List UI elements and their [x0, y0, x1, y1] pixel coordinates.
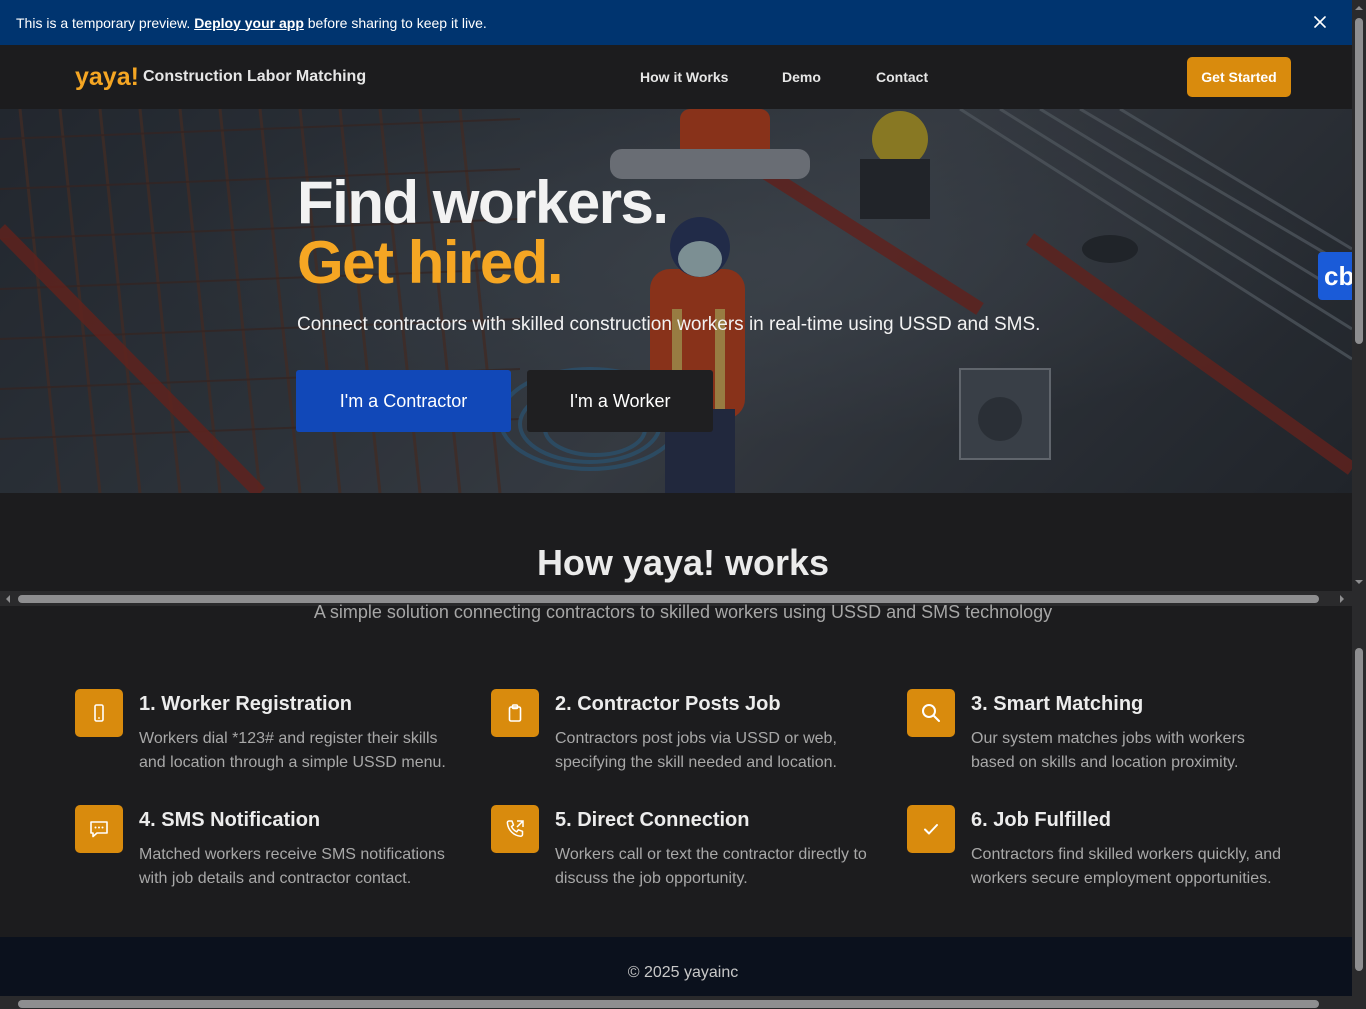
footer-copyright: © 2025 yayainc: [627, 964, 739, 981]
top-nav: yaya! Construction Labor Matching How it…: [0, 45, 1352, 109]
step-title: 5. Direct Connection: [555, 809, 750, 831]
nav-link-how-it-works[interactable]: How it Works: [640, 69, 728, 85]
close-icon: [1314, 16, 1326, 28]
close-banner-button[interactable]: [1310, 12, 1330, 32]
logo[interactable]: yaya!: [75, 63, 139, 92]
hero-title-line1: Find workers.: [297, 169, 669, 236]
vertical-scrollbar[interactable]: [1352, 0, 1366, 1009]
section-title: How yaya! works: [536, 542, 830, 583]
search-icon: [907, 689, 955, 737]
horizontal-scrollbar[interactable]: [0, 996, 1352, 1009]
contractor-button[interactable]: I'm a Contractor: [296, 370, 511, 432]
page: This is a temporary preview. Deploy your…: [0, 0, 1366, 1009]
deploy-link[interactable]: Deploy your app: [194, 15, 304, 31]
nav-link-demo[interactable]: Demo: [782, 69, 821, 85]
brand-subtitle: Construction Labor Matching: [143, 68, 367, 85]
step-description: Workers dial *123# and register their sk…: [139, 730, 446, 771]
hero-subtitle: Connect contractors with skilled constru…: [297, 314, 1041, 335]
hero-section: Find workers. Get hired. Connect contrac…: [0, 109, 1352, 493]
phone-call-icon: [491, 805, 539, 853]
step-title: 1. Worker Registration: [139, 693, 353, 715]
check-icon: [907, 805, 955, 853]
step-description: Workers call or text the contractor dire…: [555, 846, 867, 887]
banner-suffix: before sharing to keep it live.: [307, 14, 487, 31]
step-title: 6. Job Fulfilled: [971, 809, 1112, 831]
step-title: 2. Contractor Posts Job: [555, 693, 781, 715]
scrollbar-thumb[interactable]: [1355, 18, 1363, 344]
hero-title-line2: Get hired.: [297, 229, 564, 296]
nav-link-contact[interactable]: Contact: [876, 69, 928, 85]
clipboard-icon: [491, 689, 539, 737]
scrollbar-thumb[interactable]: [1355, 648, 1363, 971]
get-started-button[interactable]: Get Started: [1187, 57, 1291, 97]
scroll-down-icon[interactable]: [1354, 578, 1364, 586]
scroll-up-icon[interactable]: [1354, 4, 1364, 12]
message-icon: [75, 805, 123, 853]
banner-prefix: This is a temporary preview.: [16, 14, 191, 31]
step-description: Contractors find skilled workers quickly…: [971, 846, 1282, 887]
step-description: Our system matches jobs with workers bas…: [971, 730, 1245, 771]
worker-button[interactable]: I'm a Worker: [527, 370, 713, 432]
step-title: 4. SMS Notification: [139, 809, 321, 831]
section-subtitle: A simple solution connecting contractors…: [313, 602, 1053, 622]
scrollbar-thumb[interactable]: [18, 1000, 1319, 1008]
phone-icon: [75, 689, 123, 737]
hero-overlay: [0, 109, 1352, 493]
preview-banner: This is a temporary preview. Deploy your…: [0, 0, 1352, 45]
cb-widget-button[interactable]: cb: [1318, 252, 1352, 300]
step-description: Matched workers receive SMS notification…: [139, 846, 445, 887]
step-description: Contractors post jobs via USSD or web, s…: [555, 730, 837, 771]
step-title: 3. Smart Matching: [971, 693, 1144, 715]
